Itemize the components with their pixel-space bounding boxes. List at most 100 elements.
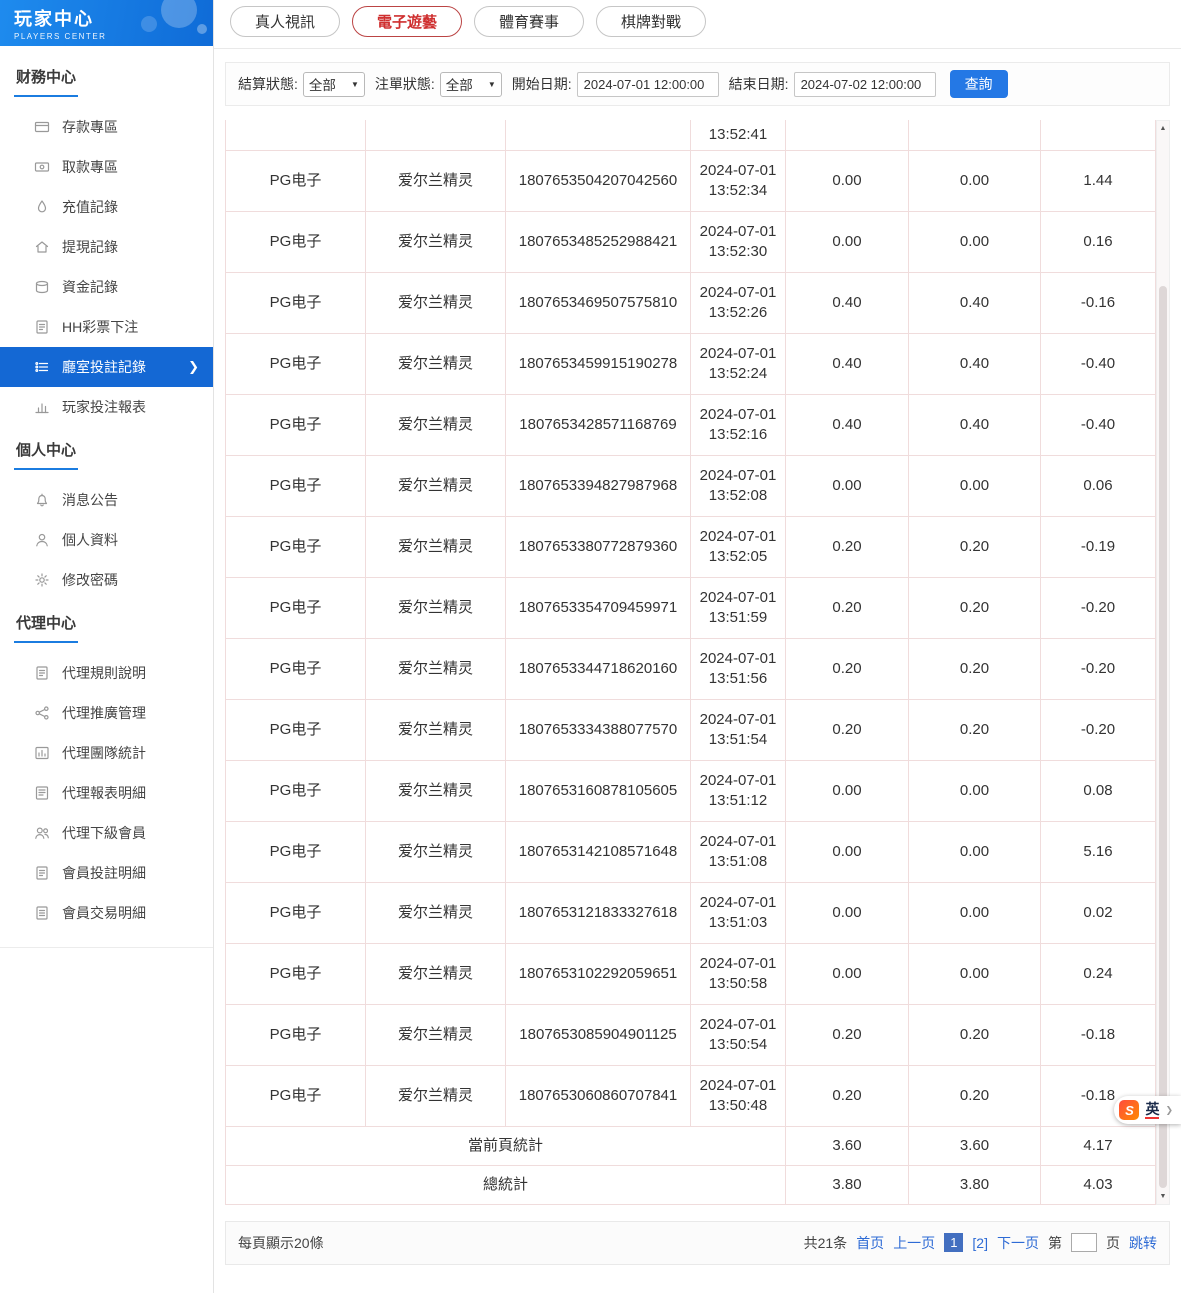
tab-sports[interactable]: 體育賽事 bbox=[474, 6, 584, 37]
sidebar-item-announcements[interactable]: 消息公告 bbox=[0, 480, 213, 520]
sidebar-item-member-transaction-detail[interactable]: 會員交易明細 bbox=[0, 893, 213, 933]
partial-time-cell: 13:52:41 bbox=[691, 120, 786, 150]
sidebar-item-player-bet-report[interactable]: 玩家投注報表 bbox=[0, 387, 213, 427]
sidebar-item-member-bet-detail[interactable]: 會員投註明細 bbox=[0, 853, 213, 893]
jump-link[interactable]: 跳转 bbox=[1129, 1233, 1157, 1253]
document-icon bbox=[34, 319, 50, 335]
sidebar: 玩家中心 PLAYERS CENTER 财務中心 存款專區 取款專區 充值記錄 bbox=[0, 0, 214, 1293]
profit-cell: 0.24 bbox=[1041, 943, 1156, 1004]
bet-amount-cell: 0.00 bbox=[786, 882, 909, 943]
chevron-right-icon: ❯ bbox=[1165, 1105, 1173, 1116]
game-cell: 爱尔兰精灵 bbox=[366, 394, 506, 455]
bet-amount-cell: 0.40 bbox=[786, 333, 909, 394]
datetime-cell: 2024-07-0113:52:30 bbox=[691, 211, 786, 272]
sidebar-item-change-password[interactable]: 修改密碼 bbox=[0, 560, 213, 600]
profit-cell: 1.44 bbox=[1041, 150, 1156, 211]
order-status-select[interactable]: 全部▼ bbox=[440, 72, 502, 97]
total-summary-row: 總統計 3.80 3.80 4.03 bbox=[226, 1165, 1156, 1204]
sidebar-item-withdraw-zone[interactable]: 取款專區 bbox=[0, 147, 213, 187]
translate-widget[interactable]: S 英 ❯ bbox=[1114, 1096, 1181, 1124]
order-cell: 1807653085904901125 bbox=[506, 1004, 691, 1065]
order-cell: 1807653160878105605 bbox=[506, 760, 691, 821]
scrollbar-thumb[interactable] bbox=[1159, 286, 1167, 1188]
page-summary-bet: 3.60 bbox=[786, 1126, 909, 1165]
sidebar-item-label: 資金記錄 bbox=[62, 277, 118, 297]
provider-cell: PG电子 bbox=[226, 1065, 366, 1126]
end-date-input[interactable] bbox=[794, 72, 936, 97]
scroll-down-arrow-icon[interactable]: ▼ bbox=[1157, 1190, 1169, 1203]
start-date-input[interactable] bbox=[577, 72, 719, 97]
table-row: PG电子 爱尔兰精灵 1807653142108571648 2024-07-0… bbox=[226, 821, 1156, 882]
main-content: 真人視訊 電子遊藝 體育賽事 棋牌對戰 結算狀態: 全部▼ 注單狀態: 全部▼ … bbox=[214, 0, 1181, 1293]
order-cell: 1807653121833327618 bbox=[506, 882, 691, 943]
sidebar-item-agent-sub-members[interactable]: 代理下級會員 bbox=[0, 813, 213, 853]
sidebar-item-label: 代理報表明細 bbox=[62, 783, 146, 803]
list-icon bbox=[34, 359, 50, 375]
valid-bet-cell: 0.20 bbox=[909, 699, 1041, 760]
order-cell: 1807653060860707841 bbox=[506, 1065, 691, 1126]
bet-amount-cell: 0.20 bbox=[786, 577, 909, 638]
valid-bet-cell: 0.00 bbox=[909, 455, 1041, 516]
scroll-up-arrow-icon[interactable]: ▲ bbox=[1157, 122, 1169, 135]
valid-bet-cell: 0.20 bbox=[909, 638, 1041, 699]
order-cell: 1807653344718620160 bbox=[506, 638, 691, 699]
next-page-link[interactable]: 下一页 bbox=[997, 1233, 1039, 1253]
provider-cell: PG电子 bbox=[226, 1004, 366, 1065]
table-row: PG电子 爱尔兰精灵 1807653121833327618 2024-07-0… bbox=[226, 882, 1156, 943]
total-summary-valid: 3.80 bbox=[909, 1165, 1041, 1204]
sidebar-item-agent-report-detail[interactable]: 代理報表明細 bbox=[0, 773, 213, 813]
bet-amount-cell: 0.20 bbox=[786, 1004, 909, 1065]
bank-icon bbox=[34, 239, 50, 255]
prev-page-link[interactable]: 上一页 bbox=[893, 1233, 935, 1253]
provider-cell: PG电子 bbox=[226, 516, 366, 577]
tab-board-games[interactable]: 棋牌對戰 bbox=[596, 6, 706, 37]
per-page-label: 每頁顯示20條 bbox=[238, 1233, 324, 1253]
sidebar-item-label: 個人資料 bbox=[62, 530, 118, 550]
bet-amount-cell: 0.00 bbox=[786, 150, 909, 211]
sidebar-item-hall-bet-records[interactable]: 廳室投註記錄 ❯ bbox=[0, 347, 213, 387]
users-icon bbox=[34, 825, 50, 841]
sidebar-item-label: 存款專區 bbox=[62, 117, 118, 137]
bet-amount-cell: 0.00 bbox=[786, 455, 909, 516]
sidebar-item-agent-team-stats[interactable]: 代理團隊統計 bbox=[0, 733, 213, 773]
profit-cell: 0.08 bbox=[1041, 760, 1156, 821]
valid-bet-cell: 0.00 bbox=[909, 821, 1041, 882]
sidebar-item-hh-lottery-bets[interactable]: HH彩票下注 bbox=[0, 307, 213, 347]
first-page-link[interactable]: 首页 bbox=[856, 1233, 884, 1253]
sidebar-item-recharge-records[interactable]: 充值記錄 bbox=[0, 187, 213, 227]
table-row: PG电子 爱尔兰精灵 1807653428571168769 2024-07-0… bbox=[226, 394, 1156, 455]
sidebar-item-label: 代理下級會員 bbox=[62, 823, 146, 843]
sidebar-item-withdrawal-records[interactable]: 提現記錄 bbox=[0, 227, 213, 267]
user-icon bbox=[34, 532, 50, 548]
page-1-current[interactable]: 1 bbox=[944, 1233, 963, 1252]
order-cell: 1807653334388077570 bbox=[506, 699, 691, 760]
page-2-link[interactable]: [2] bbox=[972, 1235, 988, 1251]
table-row: PG电子 爱尔兰精灵 1807653469507575810 2024-07-0… bbox=[226, 272, 1156, 333]
table-row: PG电子 爱尔兰精灵 1807653354709459971 2024-07-0… bbox=[226, 577, 1156, 638]
valid-bet-cell: 0.40 bbox=[909, 394, 1041, 455]
section-personal-title: 個人中心 bbox=[14, 439, 213, 470]
tab-electronic-games[interactable]: 電子遊藝 bbox=[352, 6, 462, 37]
sidebar-item-agent-rules[interactable]: 代理規則說明 bbox=[0, 653, 213, 693]
tab-live-casino[interactable]: 真人視訊 bbox=[230, 6, 340, 37]
profit-cell: -0.18 bbox=[1041, 1004, 1156, 1065]
jump-page-input[interactable] bbox=[1071, 1233, 1097, 1252]
sidebar-item-label: 廳室投註記錄 bbox=[62, 357, 146, 377]
sidebar-item-deposit-zone[interactable]: 存款專區 bbox=[0, 107, 213, 147]
query-button[interactable]: 查詢 bbox=[950, 70, 1008, 98]
game-cell: 爱尔兰精灵 bbox=[366, 699, 506, 760]
order-status-label: 注單狀態: bbox=[375, 74, 435, 94]
sidebar-item-agent-promotion[interactable]: 代理推廣管理 bbox=[0, 693, 213, 733]
page-summary-profit: 4.17 bbox=[1041, 1126, 1156, 1165]
datetime-cell: 2024-07-0113:51:59 bbox=[691, 577, 786, 638]
logo-subtitle: PLAYERS CENTER bbox=[14, 32, 213, 41]
settle-status-select[interactable]: 全部▼ bbox=[303, 72, 365, 97]
game-cell: 爱尔兰精灵 bbox=[366, 455, 506, 516]
category-tabs: 真人視訊 電子遊藝 體育賽事 棋牌對戰 bbox=[214, 0, 1181, 49]
table-scrollbar[interactable]: ▲ ▼ bbox=[1156, 120, 1170, 1205]
app-logo: 玩家中心 PLAYERS CENTER bbox=[0, 0, 213, 46]
game-cell: 爱尔兰精灵 bbox=[366, 1065, 506, 1126]
order-cell: 1807653380772879360 bbox=[506, 516, 691, 577]
sidebar-item-profile[interactable]: 個人資料 bbox=[0, 520, 213, 560]
sidebar-item-funds-records[interactable]: 資金記錄 bbox=[0, 267, 213, 307]
